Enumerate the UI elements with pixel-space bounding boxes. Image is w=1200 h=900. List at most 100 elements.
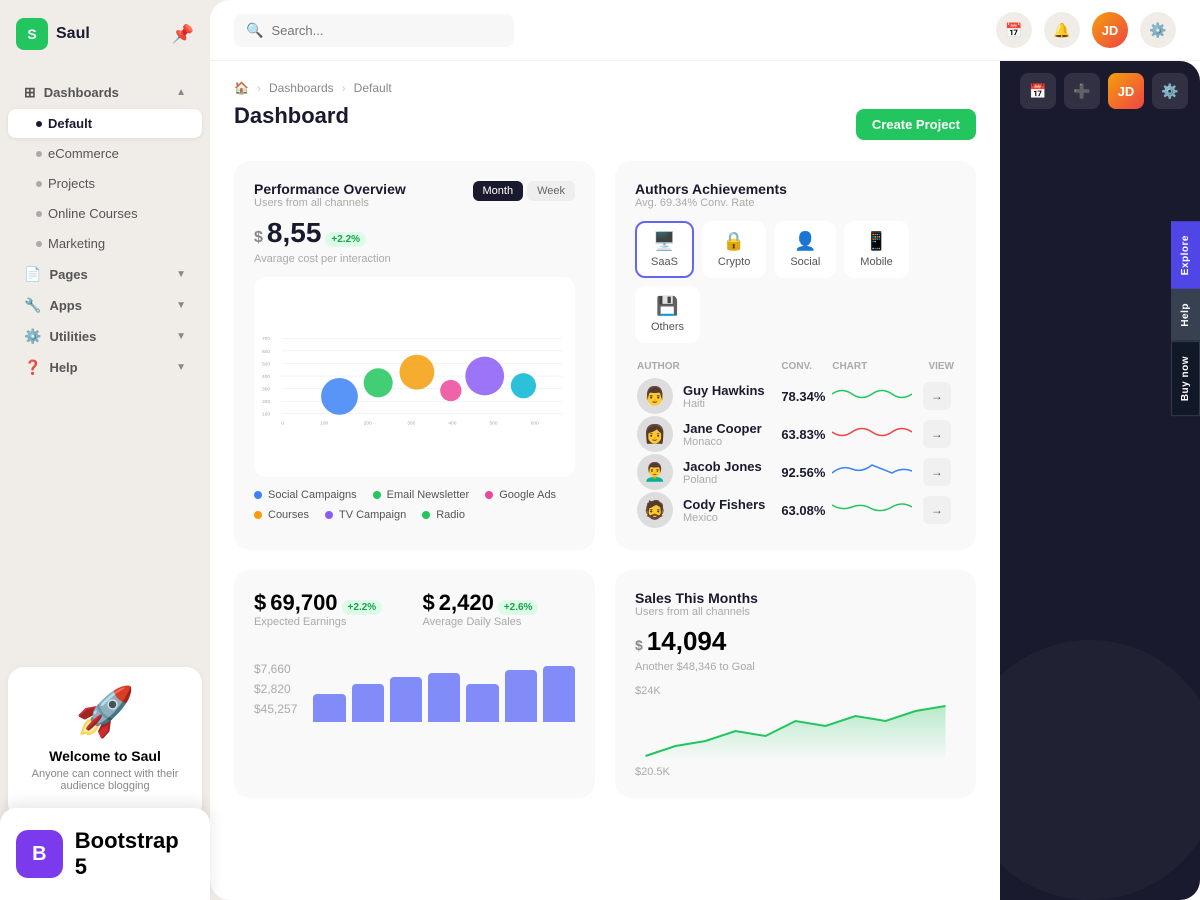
help-button[interactable]: Help (1171, 289, 1200, 341)
apps-label: 🔧 Apps (24, 297, 82, 314)
legend-dot (254, 511, 262, 519)
author-avatar: 🧔 (637, 492, 673, 528)
week-toggle-btn[interactable]: Week (527, 181, 575, 201)
svg-text:200: 200 (262, 399, 270, 405)
legend-tv-campaign: TV Campaign (325, 509, 406, 521)
svg-text:100: 100 (262, 412, 270, 418)
search-input[interactable] (271, 23, 502, 38)
sidebar-section-help[interactable]: ❓ Help ▼ (8, 353, 202, 382)
earnings-label2: Average Daily Sales (423, 616, 576, 628)
bootstrap-label: Bootstrap 5 (75, 828, 194, 880)
cat-tab-saas[interactable]: 🖥️ SaaS (635, 221, 694, 278)
author-info: 👨‍🦱 Jacob Jones Poland (637, 454, 779, 490)
chevron-down-icon: ▼ (176, 269, 186, 280)
sidebar-item-projects[interactable]: Projects (8, 169, 202, 198)
sales-metric: $ 14,094 (635, 626, 956, 657)
help-icon: ❓ (24, 359, 41, 376)
breadcrumb-default[interactable]: Default (354, 81, 392, 95)
author-view-button[interactable]: → (923, 420, 951, 448)
chevron-down-icon: ▼ (176, 331, 186, 342)
authors-subtitle: Avg. 69.34% Conv. Rate (635, 197, 787, 209)
sidebar-item-default[interactable]: Default (8, 109, 202, 138)
earnings-chart-section: $7,660 $2,820 $45,257 (254, 644, 575, 722)
home-icon[interactable]: 🏠 (234, 81, 249, 95)
sidebar-pin-icon[interactable]: 📌 (172, 24, 194, 45)
performance-card-header: Performance Overview Users from all chan… (254, 181, 575, 209)
sidebar-item-online-courses[interactable]: Online Courses (8, 199, 202, 228)
author-country: Mexico (683, 512, 765, 524)
breadcrumb-dashboards[interactable]: Dashboards (269, 81, 334, 95)
legend-dot (485, 491, 493, 499)
legend-dot (422, 511, 430, 519)
svg-text:200: 200 (364, 420, 372, 426)
cat-tab-social[interactable]: 👤 Social (774, 221, 836, 278)
explore-button[interactable]: Explore (1171, 221, 1200, 289)
authors-title: Authors Achievements (635, 181, 787, 197)
legend-dot (325, 511, 333, 519)
topbar-right: 📅 🔔 JD ⚙️ (996, 12, 1176, 48)
chevron-up-icon: ▲ (176, 87, 186, 98)
cat-tab-mobile[interactable]: 📱 Mobile (844, 221, 908, 278)
author-row: 👨 Guy Hawkins Haiti 78.34% → (637, 378, 954, 414)
cards-row: Performance Overview Users from all chan… (234, 161, 976, 550)
legend-dot (373, 491, 381, 499)
topbar-calendar-icon[interactable]: 📅 (996, 12, 1032, 48)
dot-icon (36, 241, 42, 247)
author-country: Haiti (683, 398, 765, 410)
dark-grid-icon[interactable]: ⚙️ (1152, 73, 1188, 109)
author-chart (832, 492, 921, 528)
apps-icon: 🔧 (24, 297, 41, 314)
buynow-button[interactable]: Buy now (1171, 341, 1200, 416)
logo-icon: S (16, 18, 48, 50)
dark-decoration (1000, 640, 1200, 900)
author-conv: 63.08% (781, 492, 830, 528)
topbar-notification-icon[interactable]: 🔔 (1044, 12, 1080, 48)
dark-calendar-icon[interactable]: 📅 (1020, 73, 1056, 109)
chart-legend: Social Campaigns Email Newsletter Google… (254, 489, 575, 521)
sales-dollar: $ (635, 637, 643, 653)
sidebar-section-dashboards[interactable]: ⊞ Dashboards ▲ (8, 78, 202, 107)
sidebar-section-utilities[interactable]: ⚙️ Utilities ▼ (8, 322, 202, 351)
conv-col-header: CONV. (781, 357, 830, 376)
legend-google-ads: Google Ads (485, 489, 556, 501)
sidebar-section-pages[interactable]: 📄 Pages ▼ (8, 260, 202, 289)
search-box: 🔍 (234, 14, 514, 47)
author-chart (832, 378, 921, 414)
dark-add-icon[interactable]: ➕ (1064, 73, 1100, 109)
topbar-settings-icon[interactable]: ⚙️ (1140, 12, 1176, 48)
author-view-button[interactable]: → (923, 496, 951, 524)
legend-social-campaigns: Social Campaigns (254, 489, 357, 501)
dollar-sign: $ (254, 229, 263, 247)
bar-1 (313, 694, 345, 722)
author-name: Jacob Jones (683, 459, 762, 474)
author-view-button[interactable]: → (923, 458, 951, 486)
svg-text:500: 500 (490, 420, 498, 426)
metric-desc: Avarage cost per interaction (254, 253, 575, 265)
author-view-cell: → (923, 492, 954, 528)
create-project-button[interactable]: Create Project (856, 109, 976, 140)
sidebar-section-apps[interactable]: 🔧 Apps ▼ (8, 291, 202, 320)
user-avatar[interactable]: JD (1092, 12, 1128, 48)
author-view-button[interactable]: → (923, 382, 951, 410)
svg-text:500: 500 (262, 361, 270, 367)
cat-tab-others[interactable]: 💾 Others (635, 286, 700, 343)
sidebar-item-ecommerce[interactable]: eCommerce (8, 139, 202, 168)
sidebar-item-marketing[interactable]: Marketing (8, 229, 202, 258)
dark-avatar-icon[interactable]: JD (1108, 73, 1144, 109)
breadcrumb: 🏠 › Dashboards › Default (234, 81, 976, 95)
dashboards-icon: ⊞ (24, 84, 36, 101)
performance-subtitle: Users from all channels (254, 197, 406, 209)
month-toggle-btn[interactable]: Month (473, 181, 524, 201)
dark-panel-top: 📅 ➕ JD ⚙️ (1000, 61, 1200, 109)
legend-email-newsletter: Email Newsletter (373, 489, 470, 501)
utilities-label: ⚙️ Utilities (24, 328, 96, 345)
cat-tab-crypto[interactable]: 🔒 Crypto (702, 221, 766, 278)
dot-icon (36, 181, 42, 187)
bottom-row: $ 69,700 +2.2% Expected Earnings $ 2,420… (234, 570, 976, 798)
earnings-card: $ 69,700 +2.2% Expected Earnings $ 2,420… (234, 570, 595, 798)
chart-col-header: CHART (832, 357, 921, 376)
topbar: 🔍 📅 🔔 JD ⚙️ (210, 0, 1200, 61)
author-view-cell: → (923, 378, 954, 414)
bubble-chart: 700 600 500 400 300 200 100 0 100 200 30… (254, 277, 575, 477)
author-avatar: 👨‍🦱 (637, 454, 673, 490)
